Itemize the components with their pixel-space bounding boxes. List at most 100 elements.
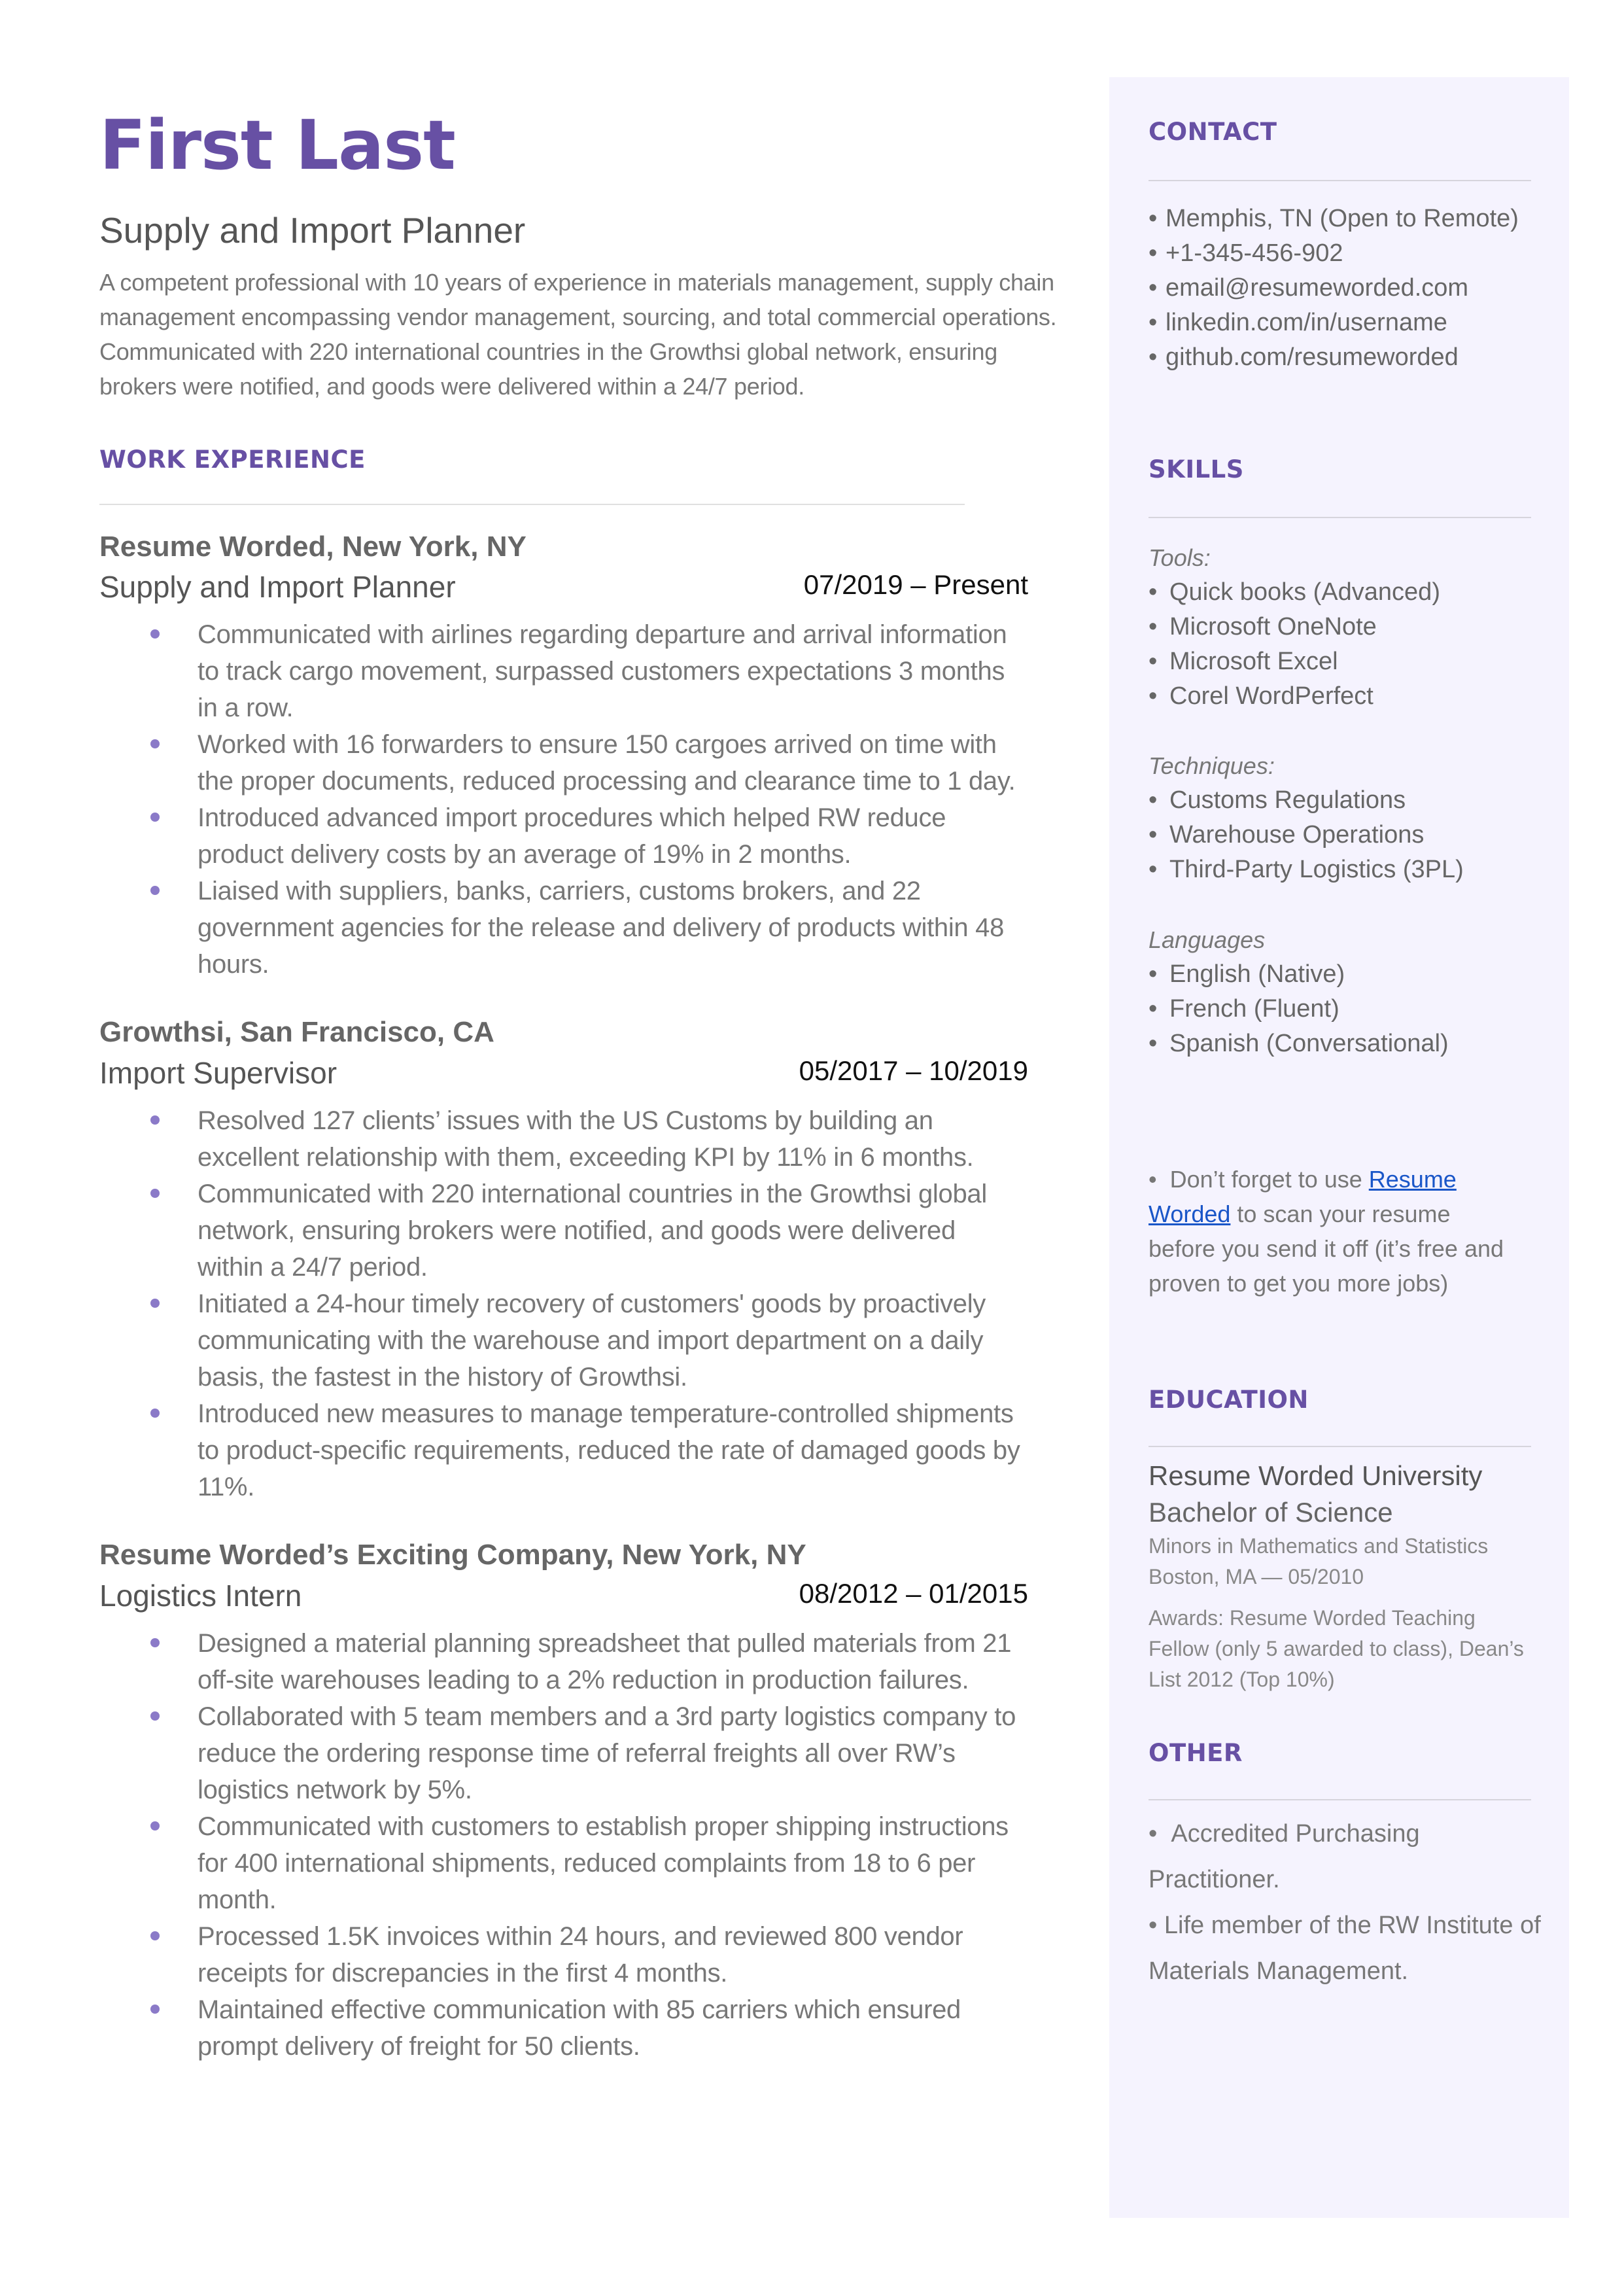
- bullet-dot-icon: [150, 739, 160, 749]
- sidebar: CONTACT • Memphis, TN (Open to Remote) • +…: [1109, 77, 1569, 2218]
- skill-group-languages: Languages • English (Native) • French (Flu…: [1149, 922, 1541, 1061]
- bullet-text: Maintained effective communication with …: [198, 1995, 961, 2061]
- contact-linkedin[interactable]: • linkedin.com/in/username: [1149, 306, 1541, 340]
- other-item: • Accredited Purchasing Practitioner.: [1149, 1811, 1541, 1902]
- bullet-icon: •: [1149, 578, 1158, 606]
- education-degree: Bachelor of Science: [1149, 1497, 1393, 1528]
- job-title-row: Logistics Intern 08/2012 – 01/2015: [99, 1578, 1028, 1613]
- job-company: Growthsi, San Francisco, CA: [99, 1016, 494, 1049]
- contact-text[interactable]: linkedin.com/in/username: [1166, 309, 1447, 336]
- job-title-row: Import Supervisor 05/2017 – 10/2019: [99, 1055, 1028, 1091]
- bullet-icon: •: [1149, 960, 1158, 988]
- contact-divider: [1149, 180, 1531, 181]
- bullet-text: Communicated with customers to establish…: [198, 1812, 1009, 1914]
- other-list: • Accredited Purchasing Practitioner. • …: [1149, 1811, 1541, 1994]
- bullet-icon: •: [1149, 613, 1158, 640]
- contact-github[interactable]: • github.com/resumeworded: [1149, 340, 1541, 375]
- job-entry: Growthsi, San Francisco, CA Import Super…: [99, 1015, 1028, 1505]
- contact-text[interactable]: +1-345-456-902: [1166, 239, 1343, 267]
- job-bullets: Resolved 127 clients’ issues with the US…: [99, 1102, 1028, 1505]
- resume-worded-tip: • Don’t forget to use Resume Worded to s…: [1149, 1162, 1521, 1301]
- bullet-text: Initiated a 24-hour timely recovery of c…: [198, 1289, 986, 1392]
- work-divider: [99, 503, 965, 505]
- skill-item: • French (Fluent): [1149, 992, 1541, 1026]
- education-school: Resume Worded University: [1149, 1460, 1483, 1491]
- skill-category-label: Techniques:: [1149, 752, 1275, 779]
- skill-group-techniques: Techniques: • Customs Regulations • Wareho…: [1149, 748, 1541, 887]
- skill-group-tools: Tools: • Quick books (Advanced) • Microsof…: [1149, 540, 1541, 714]
- job-title: Logistics Intern: [99, 1578, 302, 1613]
- education-awards: Awards: Resume Worded Teaching Fellow (o…: [1149, 1606, 1524, 1691]
- skill-text: Microsoft OneNote: [1169, 613, 1377, 640]
- skill-item: • Spanish (Conversational): [1149, 1026, 1541, 1061]
- job-dates: 05/2017 – 10/2019: [799, 1055, 1028, 1087]
- bullet-text: Introduced advanced import procedures wh…: [198, 803, 946, 869]
- contact-phone[interactable]: • +1-345-456-902: [1149, 236, 1541, 271]
- bullet-icon: •: [1149, 682, 1158, 710]
- skill-list: • Quick books (Advanced) • Microsoft OneNo…: [1149, 575, 1541, 714]
- contact-email[interactable]: • email@resumeworded.com: [1149, 271, 1541, 306]
- main-column: First Last Supply and Import Planner A c…: [99, 111, 1057, 2065]
- other-text: Life member of the RW Institute of Mater…: [1149, 1912, 1541, 1985]
- bullet-dot-icon: [150, 886, 160, 896]
- tip-prefix: Don’t forget to use: [1169, 1166, 1369, 1193]
- contact-text[interactable]: github.com/resumeworded: [1166, 343, 1459, 371]
- job-bullets: Communicated with airlines regarding dep…: [99, 616, 1028, 983]
- bullet-dot-icon: [150, 629, 160, 639]
- education-divider: [1149, 1446, 1531, 1447]
- job-bullet: Processed 1.5K invoices within 24 hours,…: [99, 1918, 1028, 1991]
- bullet-dot-icon: [150, 1711, 160, 1721]
- skill-item: • English (Native): [1149, 957, 1541, 992]
- bullet-text: Collaborated with 5 team members and a 3…: [198, 1702, 1016, 1804]
- bullet-icon: •: [1149, 309, 1158, 336]
- bullet-text: Designed a material planning spreadsheet…: [198, 1628, 1012, 1694]
- skill-text: Microsoft Excel: [1169, 648, 1338, 675]
- skill-item: • Warehouse Operations: [1149, 818, 1541, 852]
- skill-item: • Third-Party Logistics (3PL): [1149, 852, 1541, 887]
- bullet-icon: •: [1149, 786, 1158, 814]
- bullet-dot-icon: [150, 1931, 160, 1940]
- skill-text: French (Fluent): [1169, 995, 1339, 1023]
- bullet-text: Communicated with airlines regarding dep…: [198, 620, 1007, 723]
- job-bullet: Communicated with 220 international coun…: [99, 1176, 1028, 1286]
- bullet-dot-icon: [150, 1189, 160, 1199]
- bullet-dot-icon: [150, 1115, 160, 1125]
- bullet-icon: •: [1149, 821, 1158, 849]
- job-bullet: Communicated with airlines regarding dep…: [99, 616, 1028, 726]
- job-bullet: Maintained effective communication with …: [99, 1991, 1028, 2065]
- job-entry: Resume Worded, New York, NY Supply and I…: [99, 530, 1028, 983]
- job-title: Import Supervisor: [99, 1056, 337, 1091]
- bullet-dot-icon: [150, 1638, 160, 1647]
- job-title: Supply and Import Planner: [99, 570, 456, 604]
- contact-list: • Memphis, TN (Open to Remote) • +1-345-45…: [1149, 201, 1541, 375]
- job-bullet: Worked with 16 forwarders to ensure 150 …: [99, 726, 1028, 799]
- skill-item: • Microsoft Excel: [1149, 644, 1541, 679]
- other-item: • Life member of the RW Institute of Mat…: [1149, 1902, 1541, 1994]
- other-divider: [1149, 1799, 1531, 1800]
- bullet-icon: •: [1149, 1820, 1171, 1848]
- skill-item: • Microsoft OneNote: [1149, 610, 1541, 644]
- contact-text[interactable]: email@resumeworded.com: [1166, 274, 1468, 302]
- skill-text: Quick books (Advanced): [1169, 578, 1440, 606]
- job-bullet: Introduced advanced import procedures wh…: [99, 799, 1028, 873]
- bullet-icon: •: [1149, 205, 1158, 232]
- job-dates: 08/2012 – 01/2015: [799, 1577, 1028, 1609]
- bullet-icon: •: [1149, 1166, 1170, 1193]
- education-entry: Resume Worded University Bachelor of Sci…: [1149, 1458, 1541, 1695]
- job-title-row: Supply and Import Planner 07/2019 – Pres…: [99, 569, 1028, 604]
- bullet-dot-icon: [150, 2004, 160, 2014]
- job-list: Resume Worded, New York, NY Supply and I…: [99, 530, 1028, 2065]
- bullet-icon: •: [1149, 648, 1158, 675]
- bullet-icon: •: [1149, 995, 1158, 1023]
- job-dates: 07/2019 – Present: [803, 569, 1028, 601]
- other-text: Accredited Purchasing Practitioner.: [1149, 1820, 1420, 1893]
- candidate-role: Supply and Import Planner: [99, 210, 526, 251]
- contact-location: • Memphis, TN (Open to Remote): [1149, 201, 1541, 236]
- education-heading: EDUCATION: [1149, 1386, 1309, 1414]
- skill-list: • English (Native) • French (Fluent) • Span…: [1149, 957, 1541, 1061]
- job-company: Resume Worded, New York, NY: [99, 530, 527, 563]
- bullet-icon: •: [1149, 1912, 1164, 1939]
- contact-text: Memphis, TN (Open to Remote): [1166, 205, 1519, 232]
- work-experience-heading: WORK EXPERIENCE: [99, 445, 366, 474]
- bullet-icon: •: [1149, 1030, 1158, 1057]
